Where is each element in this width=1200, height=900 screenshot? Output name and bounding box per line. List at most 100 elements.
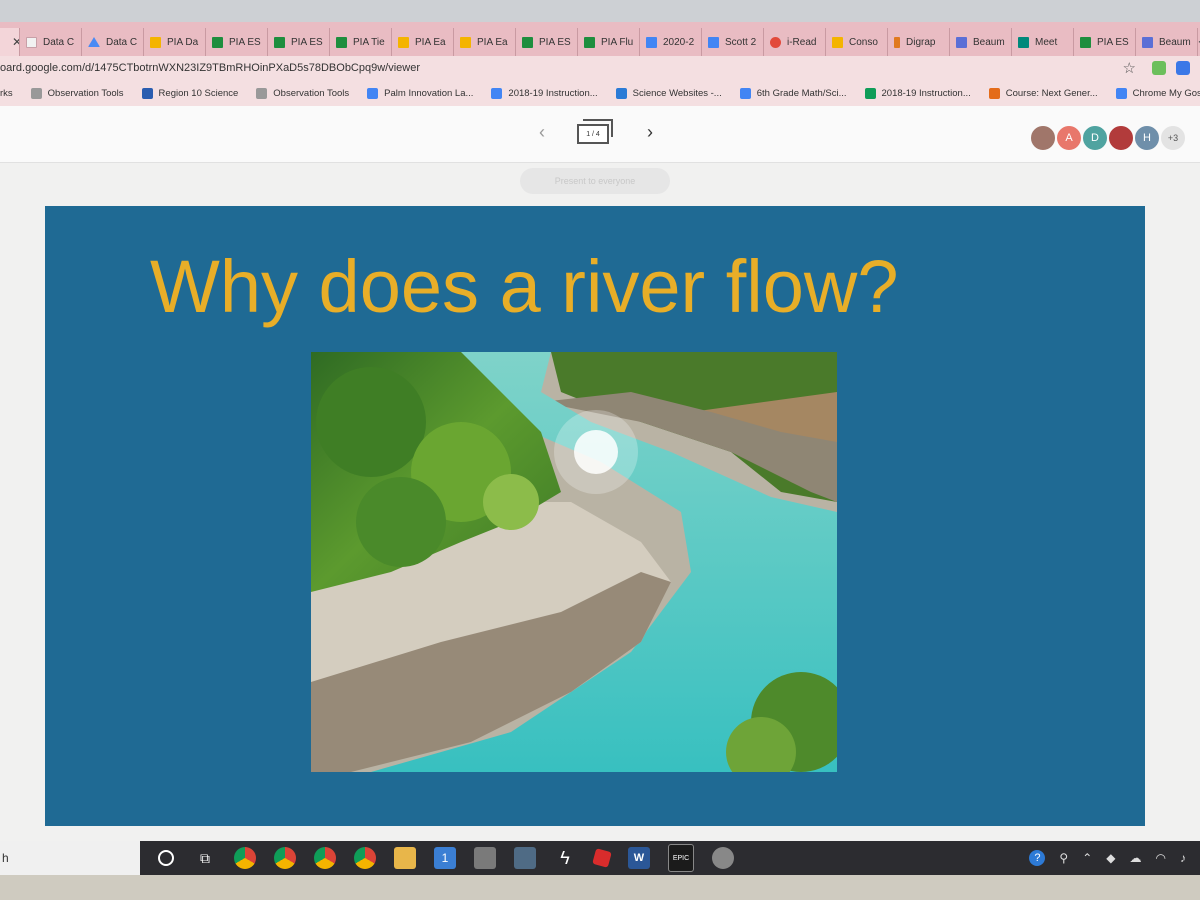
bookmark-item[interactable]: 6th Grade Math/Sci... [739,87,847,99]
browser-tab[interactable]: PIA Tie [330,28,392,56]
page-counter[interactable]: 1 / 4 [577,124,609,144]
bookmark-item[interactable]: Palm Innovation La... [367,87,474,99]
mail-icon[interactable]: 1 [434,847,456,869]
browser-tab[interactable]: PIA ES [516,28,578,56]
task-view-icon[interactable]: ⧉ [194,847,216,869]
tab-label: Data C [106,36,138,48]
url-field[interactable]: oard.google.com/d/1475CTbotrnWXN23IZ9TBm… [0,62,1123,74]
avatar[interactable] [1029,124,1057,152]
slides-icon [150,36,161,48]
browser-tab[interactable]: Data C [82,28,144,56]
browser-tab[interactable]: i-Read [764,28,826,56]
bookmark-item[interactable]: rks [0,88,13,99]
bookmark-item[interactable]: Science Websites -... [615,87,722,99]
file-explorer-icon[interactable] [394,847,416,869]
sheets-icon [274,36,285,48]
browser-tab[interactable]: PIA ES [206,28,268,56]
bookmark-item[interactable]: 2018-19 Instruction... [491,87,598,99]
bookmark-item[interactable]: Chrome My Gosh! [1115,87,1200,99]
browser-tab[interactable]: PIA Ea [392,28,454,56]
browser-tab[interactable]: Scott 2 [702,28,764,56]
browser-tab[interactable]: Beaum [950,28,1012,56]
extension-blue-icon[interactable] [1176,61,1190,75]
close-tab-icon[interactable]: ✕ [12,35,19,49]
collaborator-avatars: A D H +3 [1029,124,1187,152]
bookmark-item[interactable]: Observation Tools [256,87,349,99]
slide-title: Why does a river flow? [150,245,899,328]
tab-label: Beaum [1159,36,1191,48]
bookmark-item[interactable]: Observation Tools [30,87,124,99]
browser-tab[interactable]: PIA Flu [578,28,640,56]
region-icon [141,87,153,99]
roblox-icon[interactable] [592,848,612,868]
browser-tab-strip: ✕ Data C Data C PIA Da PIA ES PIA ES PIA Tie PI… [0,22,1200,56]
avatar[interactable]: H [1133,124,1161,152]
docs-icon [739,87,751,99]
bookmark-star-icon[interactable]: ☆ [1123,59,1136,77]
sheets-icon [336,36,347,48]
tab-label: Conso [849,36,878,48]
slides-icon [398,36,409,48]
bookmark-item[interactable]: 2018-19 Instruction... [864,87,971,99]
tab-label: Data C [43,36,75,48]
browser-tab[interactable]: Meet [1012,28,1074,56]
sheets-icon [584,36,595,48]
arrow-app-icon[interactable]: ϟ [554,847,576,869]
browser-tab[interactable]: 2020-2 [640,28,702,56]
app-icon[interactable] [712,847,734,869]
river-photo [311,352,837,772]
chrome-icon[interactable] [274,847,296,869]
tab-label: PIA Ea [415,36,446,48]
bookmark-item[interactable]: Course: Next Gener... [988,87,1098,99]
drive-icon [88,37,100,47]
windows-taskbar: h ⧉ 1 ϟ W EPIC ? ⚲ ⌃ ◆ ☁ ◠ ♪ [0,841,1200,875]
taskbar-search-input[interactable]: h [0,841,140,875]
bookmark-item[interactable]: Region 10 Science [141,87,238,99]
present-button[interactable]: Present to everyone [520,168,670,194]
next-page-button[interactable]: › [640,120,660,144]
ireader-icon [770,36,781,48]
browser-tab[interactable]: Digrap [888,28,950,56]
browser-tab[interactable]: PIA ES [268,28,330,56]
bookmarks-bar: rks Observation Tools Region 10 Science Obs… [0,80,1200,107]
help-icon[interactable]: ? [1029,850,1046,866]
river-photo-illustration [311,352,837,772]
wifi-icon[interactable]: ◠ [1156,851,1166,865]
people-icon[interactable]: ⚲ [1059,851,1068,865]
store-icon[interactable] [474,847,496,869]
volume-icon[interactable]: ♪ [1180,851,1186,865]
more-collaborators-badge[interactable]: +3 [1159,124,1187,152]
browser-tab[interactable]: PIA Ea [454,28,516,56]
beaum-icon [956,36,967,48]
cloud-icon[interactable]: ☁ [1130,851,1142,865]
browser-tab[interactable]: PIA ES [1074,28,1136,56]
avatar[interactable]: A [1055,124,1083,152]
avatar[interactable] [1107,124,1135,152]
bookmark-label: 2018-19 Instruction... [508,87,598,99]
browser-tab[interactable]: Data C [20,28,82,56]
slides-icon [460,36,471,48]
dropbox-icon[interactable]: ◆ [1106,851,1115,865]
browser-tab[interactable]: PIA Da [144,28,206,56]
screen-bezel-bottom [0,875,1200,900]
bookmark-label: Palm Innovation La... [384,87,474,99]
camera-icon[interactable] [514,847,536,869]
browser-tab[interactable]: Conso [826,28,888,56]
chevron-up-icon[interactable]: ⌃ [1082,851,1092,865]
avatar[interactable]: D [1081,124,1109,152]
chrome-icon[interactable] [234,847,256,869]
chrome-icon[interactable] [354,847,376,869]
tab-label: PIA ES [1097,36,1129,48]
epic-games-icon[interactable]: EPIC [668,844,694,872]
extension-green-icon[interactable] [1152,61,1166,75]
cortana-icon[interactable] [158,850,174,866]
chrome-icon[interactable] [314,847,336,869]
prev-page-button[interactable]: ‹ [532,120,552,144]
slide: Why does a river flow? [45,206,1145,826]
docs-icon [1115,87,1127,99]
browser-tab[interactable]: Beaum [1136,28,1198,56]
word-icon[interactable]: W [628,847,650,869]
browser-tab[interactable]: ✕ [0,28,20,56]
tab-label: PIA Flu [601,36,634,48]
bookmark-label: 6th Grade Math/Sci... [756,87,847,99]
